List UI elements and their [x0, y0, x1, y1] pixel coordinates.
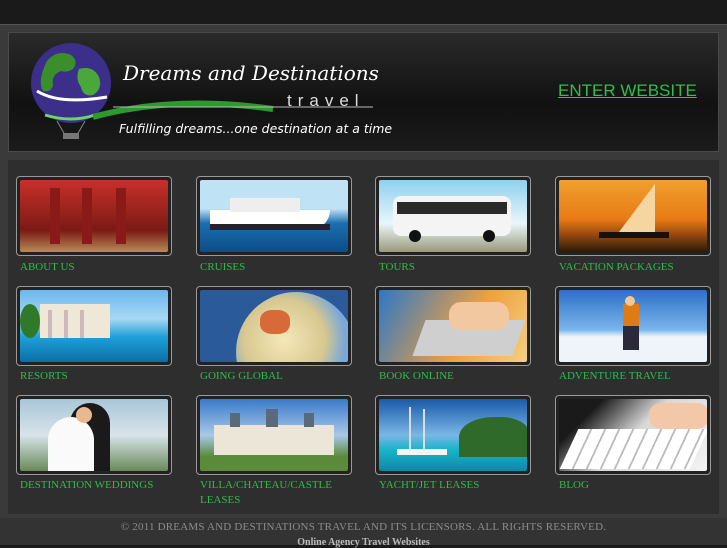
laptop-typing-image — [379, 290, 527, 362]
keyboard-image — [559, 399, 707, 471]
brand-subtitle: travel — [287, 91, 365, 110]
cruise-ship-image — [200, 180, 348, 252]
tile-label-destination-weddings[interactable]: DESTINATION WEDDINGS — [20, 478, 180, 493]
sailboat-sunset-image — [559, 180, 707, 252]
brand-title: Dreams and Destinations — [123, 61, 379, 85]
tile-blog[interactable] — [555, 395, 711, 475]
tile-villa-leases[interactable] — [196, 395, 352, 475]
tile-cruises[interactable] — [196, 176, 352, 256]
enter-website-link[interactable]: ENTER WEBSITE — [558, 81, 697, 101]
globe-balloon-icon — [31, 43, 111, 139]
tile-label-going-global[interactable]: GOING GLOBAL — [200, 369, 360, 384]
tile-going-global[interactable] — [196, 286, 352, 366]
tile-label-tours[interactable]: TOURS — [379, 260, 539, 275]
tile-label-about-us[interactable]: ABOUT US — [20, 260, 180, 275]
tile-label-villa-leases[interactable]: VILLA/CHATEAU/CASTLE LEASES — [200, 478, 360, 508]
copyright-text: © 2011 DREAMS AND DESTINATIONS TRAVEL AN… — [120, 521, 607, 533]
tile-label-vacation-packages[interactable]: VACATION PACKAGES — [559, 260, 719, 275]
tile-tours[interactable] — [375, 176, 531, 256]
tile-label-resorts[interactable]: RESORTS — [20, 369, 180, 384]
resort-pool-image — [20, 290, 168, 362]
brand-tagline: Fulfilling dreams...one destination at a… — [119, 121, 393, 136]
tile-about-us[interactable] — [16, 176, 172, 256]
tile-label-cruises[interactable]: CRUISES — [200, 260, 360, 275]
snow-hiker-image — [559, 290, 707, 362]
tile-label-blog[interactable]: BLOG — [559, 478, 719, 493]
credit-link[interactable]: Online Agency Travel Websites — [0, 537, 727, 548]
globe-image — [200, 290, 348, 362]
tile-yacht-leases[interactable] — [375, 395, 531, 475]
chateau-image — [200, 399, 348, 471]
yacht-image — [379, 399, 527, 471]
tile-resorts[interactable] — [16, 286, 172, 366]
tile-vacation-packages[interactable] — [555, 176, 711, 256]
tile-label-book-online[interactable]: BOOK ONLINE — [379, 369, 539, 384]
wedding-couple-image — [20, 399, 168, 471]
tile-adventure-travel[interactable] — [555, 286, 711, 366]
ruins-image — [20, 180, 168, 252]
tile-book-online[interactable] — [375, 286, 531, 366]
tile-label-adventure-travel[interactable]: ADVENTURE TRAVEL — [559, 369, 719, 384]
tour-bus-image — [379, 180, 527, 252]
header-banner: Dreams and Destinations travel Fulfillin… — [8, 32, 719, 152]
tile-label-yacht-leases[interactable]: YACHT/JET LEASES — [379, 478, 539, 493]
tile-destination-weddings[interactable] — [16, 395, 172, 475]
brand-logo: Dreams and Destinations travel Fulfillin… — [27, 39, 392, 149]
